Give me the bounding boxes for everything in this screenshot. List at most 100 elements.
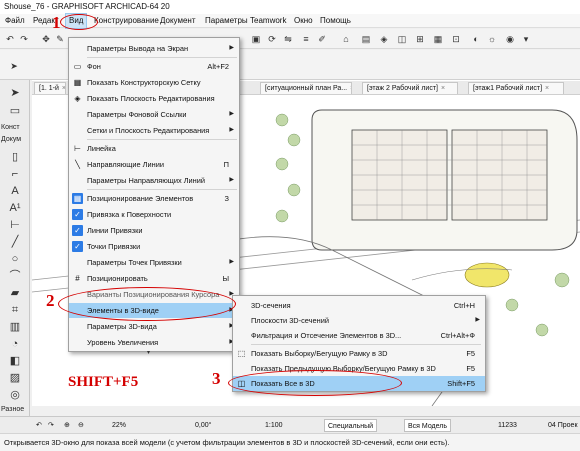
plane-icon: ◈ <box>74 94 81 103</box>
redo-icon[interactable]: ↷ <box>48 419 54 432</box>
check-icon: ✓ <box>72 209 83 220</box>
undo-icon[interactable]: ↶ <box>36 419 42 432</box>
menu-item-show-editing-plane[interactable]: ◈ Показать Плоскость Редактирования <box>69 91 239 106</box>
menu-item-position[interactable]: # Позиционировать Ы <box>69 271 239 286</box>
detail-tool-icon[interactable]: ◎ <box>7 388 23 402</box>
line-icon[interactable]: ╱ <box>7 235 23 249</box>
redo-icon[interactable]: ↷ <box>18 33 30 45</box>
menu-window[interactable]: Окно <box>291 14 316 28</box>
menu-item-guide-lines[interactable]: ╲ Направляющие Линии Π <box>69 157 239 172</box>
text-icon[interactable]: A <box>7 184 23 198</box>
menu-help[interactable]: Помощь <box>317 14 354 28</box>
annotation-ring-1 <box>60 14 98 30</box>
menu-file[interactable]: Файл <box>2 14 28 28</box>
menu-item-display-options[interactable]: Параметры Вывода на Экран ▶ <box>69 41 239 56</box>
pointer-icon[interactable]: ✥ <box>40 33 52 45</box>
menu-item-3d-options[interactable]: Параметры 3D-вида▶ <box>69 319 239 334</box>
position-icon: ▦ <box>72 193 83 204</box>
section-tool-icon[interactable]: ◔ <box>7 337 23 351</box>
check-icon: ✓ <box>72 241 83 252</box>
tab-floor-2-worksheet[interactable]: [этаж 2 Рабочий лист] <box>362 82 458 94</box>
tab-floor-1[interactable]: [1. 1-й <box>34 82 66 94</box>
fill-icon[interactable]: ▰ <box>7 286 23 300</box>
menu-item-snap-lines[interactable]: ✓ Линии Привязки <box>69 223 239 238</box>
drawing-icon[interactable]: ▥ <box>7 320 23 334</box>
marquee-icon[interactable]: ▭ <box>7 104 23 118</box>
model-dropdown[interactable]: Вся Модель <box>404 419 452 432</box>
tab-floor-1-worksheet[interactable]: [этаж1 Рабочий лист] <box>468 82 564 94</box>
figure-icon[interactable]: ⌗ <box>7 303 23 317</box>
background-icon: ▭ <box>73 62 82 71</box>
menu-item-element-positioning[interactable]: ▦ Позиционирование Элементов З <box>69 191 239 206</box>
menu-item-grids-planes[interactable]: Сетки и Плоскость Редактирования ▶ <box>69 123 239 138</box>
guide-icon: ╲ <box>75 160 80 169</box>
toolbox: ➤ ▭ Конст Докум ▯ ⌐ A A¹ ⊢ ╱ ○ ⌒ ▰ ⌗ ▥ ◔… <box>0 80 30 416</box>
box-icon[interactable]: ▣ <box>250 33 262 45</box>
hash-icon: # <box>75 274 80 283</box>
selection-icon: ⬚ <box>237 349 246 358</box>
plan-icon[interactable]: ▤ <box>360 33 372 45</box>
section-icon[interactable]: ⊞ <box>414 33 426 45</box>
camera-icon[interactable]: ◉ <box>504 33 516 45</box>
menu-item-guide-options[interactable]: Параметры Направляющих Линий ▶ <box>69 173 239 188</box>
elevation-icon[interactable]: ▦ <box>432 33 444 45</box>
toolbox-more-label[interactable]: Разное <box>1 406 24 413</box>
menu-item-trace-reference[interactable]: Параметры Фоновой Ссылки ▶ <box>69 107 239 122</box>
special-dropdown[interactable]: Специальный <box>324 419 378 432</box>
menu-item-show-grid[interactable]: ▦ Показать Конструкторскую Сетку <box>69 75 239 90</box>
mirror-icon[interactable]: ⇋ <box>282 33 294 45</box>
layers-icon[interactable]: ≡ <box>300 33 312 45</box>
toolbox-document-label[interactable]: Докум <box>1 136 21 143</box>
menu-item-snap-points[interactable]: ✓ Точки Привязки <box>69 239 239 254</box>
menu-item-background[interactable]: ▭ Фон Alt+F2 <box>69 59 239 74</box>
menu-item-3d-sections[interactable]: 3D-сечения Ctrl+H <box>233 298 485 313</box>
scale-value[interactable]: 1:100 <box>265 419 283 432</box>
angle-value[interactable]: 0,00° <box>195 419 211 432</box>
circle-icon[interactable]: ○ <box>7 252 23 266</box>
wall-icon[interactable]: ▯ <box>7 150 23 164</box>
tab-site-plan[interactable]: [ситуационный план Ра... <box>260 82 352 94</box>
sun-icon[interactable]: ☼ <box>486 33 498 45</box>
zoom-value[interactable]: 22% <box>112 419 126 432</box>
toolbox-construct-label[interactable]: Конст <box>1 124 20 131</box>
stair-icon[interactable]: ⌐ <box>7 167 23 181</box>
snap-lines-icon: ✓ <box>72 225 83 236</box>
menu-teamwork[interactable]: Teamwork <box>247 14 289 28</box>
zoom-in-icon[interactable]: ⊕ <box>64 419 70 432</box>
detail-icon[interactable]: ⊡ <box>450 33 462 45</box>
home-icon[interactable]: ⌂ <box>340 33 352 45</box>
menu-item-snap-point-options[interactable]: Параметры Точек Привязки ▶ <box>69 255 239 270</box>
label-icon[interactable]: A¹ <box>7 201 23 215</box>
menu-item-zoom-level[interactable]: Уровень Увеличения▶ <box>69 335 239 350</box>
pen-icon[interactable]: ✐ <box>316 33 328 45</box>
arrow-icon[interactable]: ➤ <box>7 86 23 100</box>
undo-icon[interactable]: ↶ <box>4 33 16 45</box>
menu-item-show-selection-3d[interactable]: ⬚ Показать Выборку/Бегущую Рамку в 3D F5 <box>233 346 485 361</box>
zoom-out-icon[interactable]: ⊖ <box>78 419 84 432</box>
elevation-tool-icon[interactable]: ◧ <box>7 354 23 368</box>
status-bar: ↶ ↷ ⊕ ⊖ 22% 0,00° 1:100 Специальный Вся … <box>0 416 580 433</box>
menu-item-filter-cut-3d[interactable]: Фильтрация и Отсечение Элементов в 3D...… <box>233 328 485 343</box>
menu-more-icon[interactable]: ▾ <box>147 349 150 356</box>
annotation-ring-3 <box>228 370 402 396</box>
worksheet-icon[interactable]: ▨ <box>7 371 23 385</box>
chevron-down-icon[interactable]: ▾ <box>520 33 532 45</box>
menu-design[interactable]: Конструирование <box>91 14 162 28</box>
cube-icon[interactable]: ◈ <box>378 33 390 45</box>
ruler-icon: ⊢ <box>74 144 81 153</box>
menu-item-3d-section-planes[interactable]: Плоскости 3D-сечений ▶ <box>233 313 485 328</box>
status-message: Открывается 3D-окно для показа всей моде… <box>0 433 580 451</box>
menu-document[interactable]: Документ <box>157 14 199 28</box>
menu-options[interactable]: Параметры <box>202 14 251 28</box>
rotate-icon[interactable]: ⟳ <box>266 33 278 45</box>
split-icon[interactable]: ◫ <box>396 33 408 45</box>
render-icon[interactable]: ◐ <box>470 33 482 45</box>
arrow-tool-icon[interactable]: ➤ <box>8 60 20 72</box>
menu-item-surface-snap[interactable]: ✓ Привязка к Поверхности <box>69 207 239 222</box>
dimension-icon[interactable]: ⊢ <box>7 218 23 232</box>
eyedropper-icon[interactable]: ✎ <box>54 33 66 45</box>
polyline-icon[interactable]: ⌒ <box>7 269 23 283</box>
menu-item-ruler[interactable]: ⊢ Линейка <box>69 141 239 156</box>
annotation-step-1: 1 <box>52 13 61 32</box>
sheet-dropdown[interactable]: 04 Проек <box>548 419 578 432</box>
